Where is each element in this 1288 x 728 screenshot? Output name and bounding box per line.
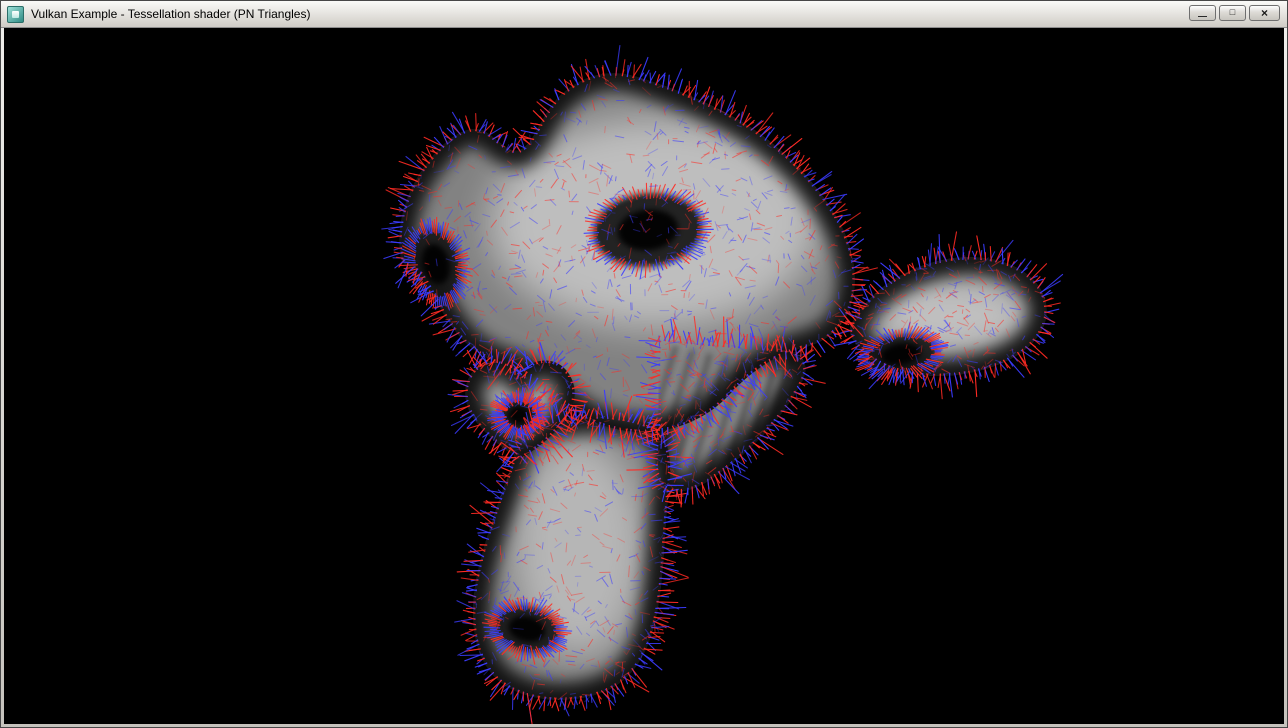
close-icon: × (1261, 7, 1268, 19)
minimize-icon: — (1198, 12, 1207, 21)
app-window: Vulkan Example - Tessellation shader (PN… (0, 0, 1288, 728)
close-button[interactable]: × (1249, 5, 1280, 21)
minimize-button[interactable]: — (1189, 5, 1216, 21)
window-title: Vulkan Example - Tessellation shader (PN… (31, 7, 310, 21)
viewport[interactable] (4, 28, 1284, 724)
app-icon[interactable] (7, 6, 24, 23)
titlebar[interactable]: Vulkan Example - Tessellation shader (PN… (1, 1, 1287, 28)
window-controls: — □ × (1189, 5, 1280, 21)
model-render (4, 28, 1284, 724)
app-icon-glyph (12, 11, 19, 18)
maximize-icon: □ (1230, 8, 1235, 17)
maximize-button[interactable]: □ (1219, 5, 1246, 21)
